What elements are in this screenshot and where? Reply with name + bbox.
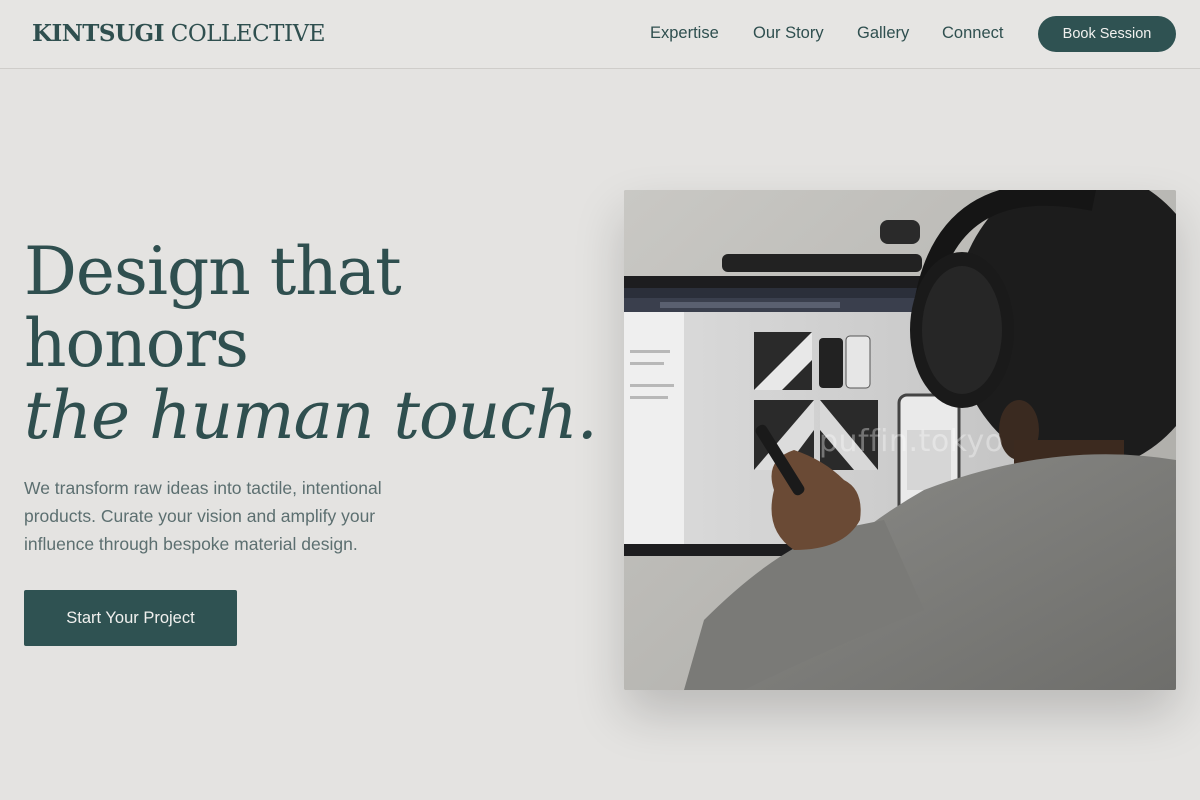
hero-subtext: We transform raw ideas into tactile, int…: [24, 478, 382, 554]
book-session-button[interactable]: Book Session: [1038, 16, 1176, 52]
nav-expertise[interactable]: Expertise: [650, 24, 719, 43]
hero-image: LG puffin.tokyo: [624, 190, 1176, 690]
image-watermark: puffin.tokyo: [819, 424, 1004, 459]
logo-light: COLLECTIVE: [170, 21, 326, 47]
nav-gallery[interactable]: Gallery: [857, 24, 909, 43]
start-project-button[interactable]: Start Your Project: [24, 590, 237, 646]
nav-our-story[interactable]: Our Story: [753, 24, 824, 43]
headline-line-2: honors: [24, 305, 249, 382]
site-header: KINTSUGI COLLECTIVE Expertise Our Story …: [0, 0, 1200, 69]
headline-line-1: Design that: [24, 233, 402, 310]
logo-strong: KINTSUGI: [32, 20, 164, 47]
nav-connect[interactable]: Connect: [942, 24, 1003, 43]
hero-headline: Design that honors the human touch.: [24, 236, 604, 452]
headline-line-3: the human touch.: [24, 377, 598, 454]
logo[interactable]: KINTSUGI COLLECTIVE: [32, 20, 326, 47]
